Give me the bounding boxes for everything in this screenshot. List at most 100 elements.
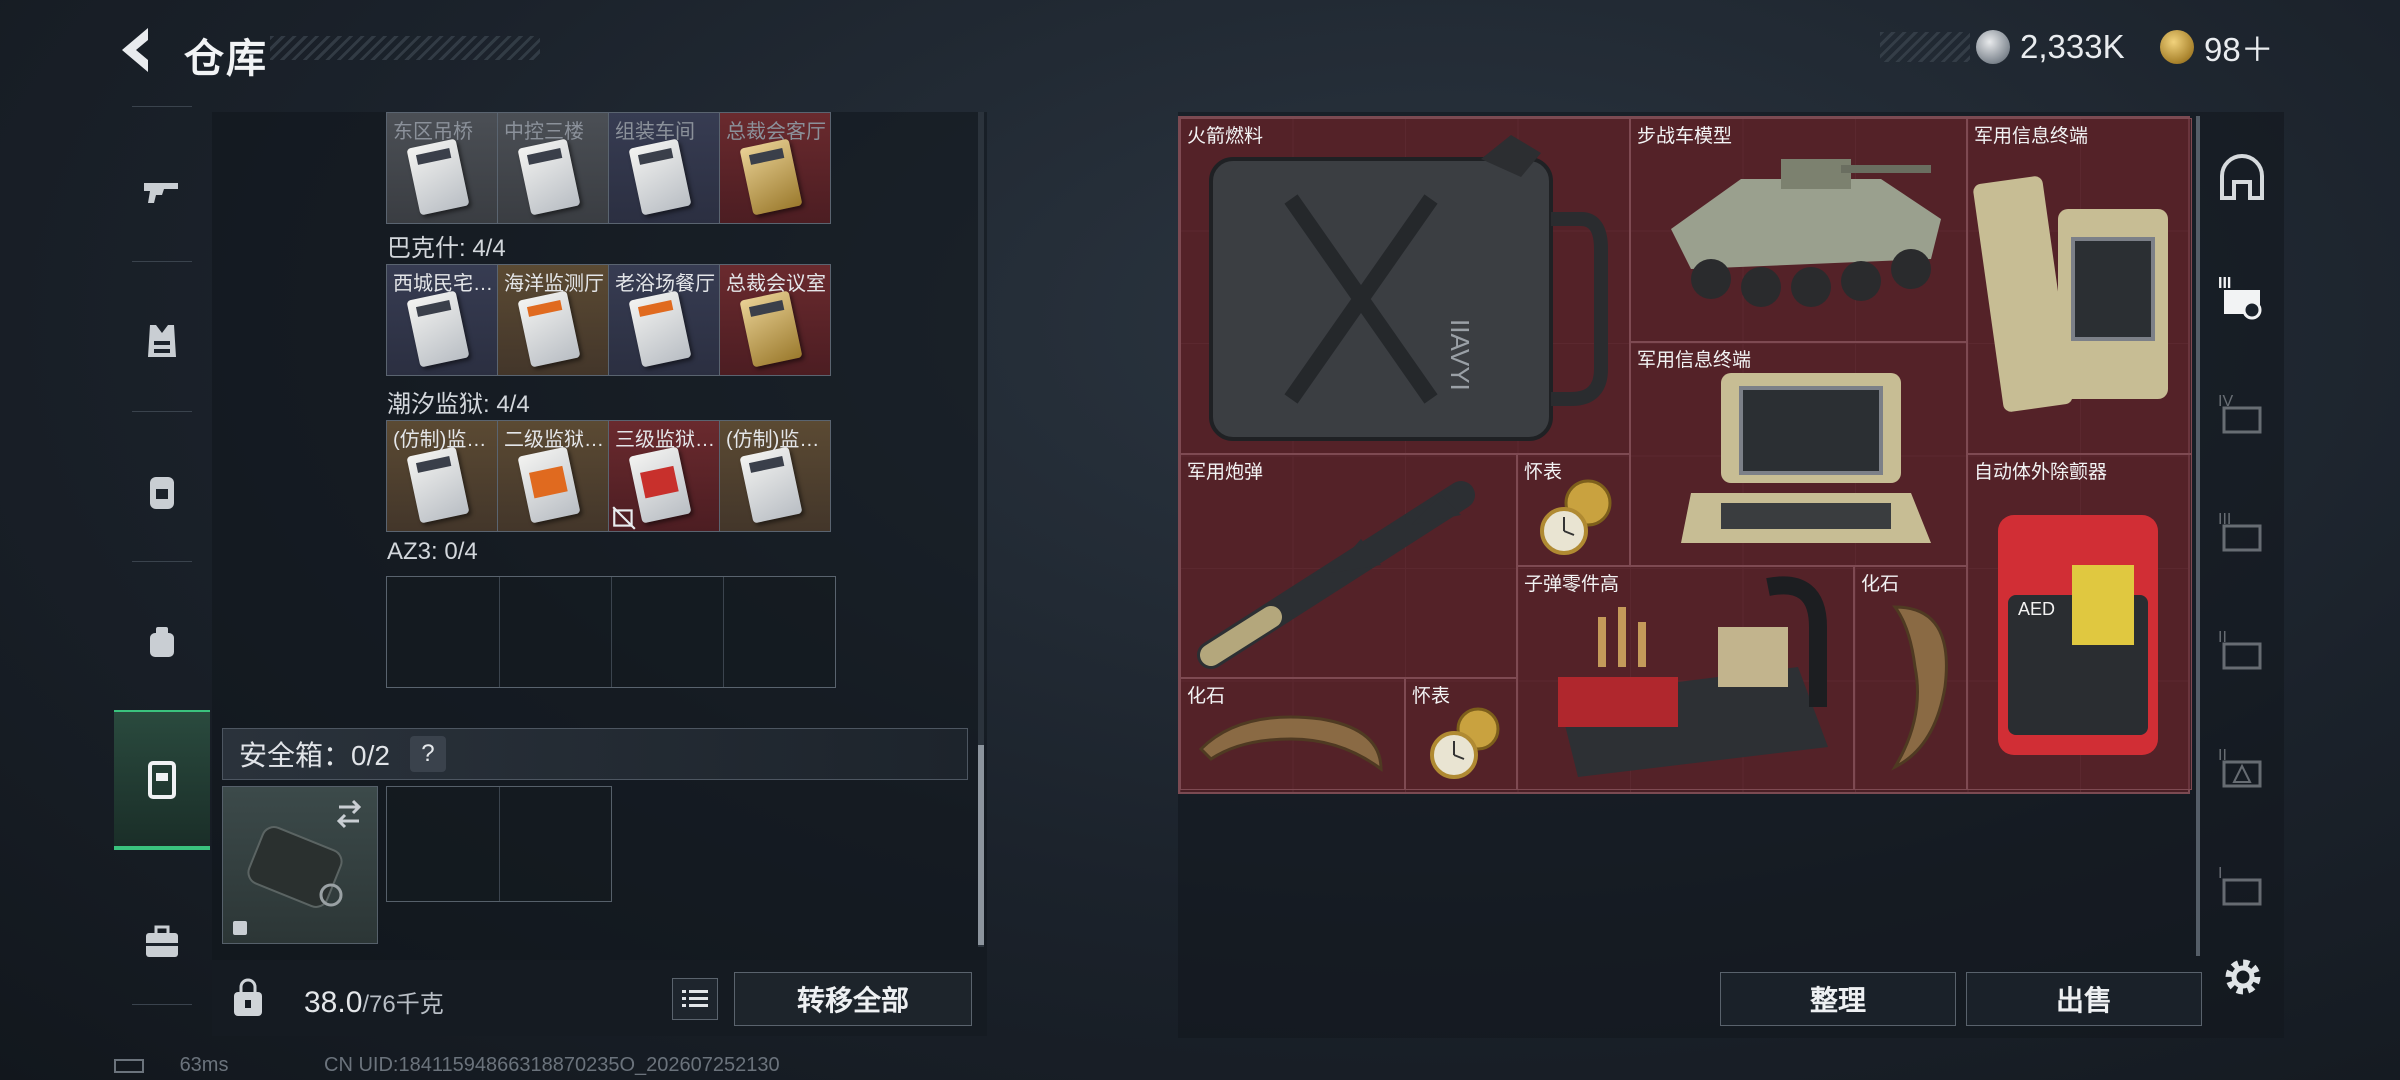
keycard-slot[interactable]: 二级监狱… xyxy=(497,420,609,532)
keycard-slot[interactable]: 海洋监测厅 xyxy=(497,264,609,376)
stash-item[interactable]: 化石 xyxy=(1854,566,1967,790)
keycard-icon xyxy=(406,138,470,216)
keycard-slot[interactable]: (仿制)监… xyxy=(719,420,831,532)
stash-item[interactable]: 军用信息终端 xyxy=(1967,118,2192,454)
transfer-all-button[interactable]: 转移全部 xyxy=(734,972,972,1026)
tier-3-container-icon: III xyxy=(2218,275,2262,320)
stash-item[interactable]: 自动体外除颤器 AED xyxy=(1967,454,2192,790)
gold-amount: 98＋ xyxy=(2204,31,2274,68)
rail-item-backpack[interactable] xyxy=(114,426,210,556)
stash-item[interactable]: 化石 xyxy=(1180,678,1405,790)
keycard-row-3: (仿制)监… 二级监狱… 三级监狱… (仿制)监… xyxy=(386,420,831,532)
safe-box-label: 安全箱：0/2 xyxy=(239,740,390,771)
broken-icon xyxy=(612,506,636,530)
gold-currency[interactable]: 98＋ xyxy=(2160,24,2274,70)
stash-item[interactable]: 军用炮弹 xyxy=(1180,454,1517,678)
keycard-slot[interactable]: 西城民宅… xyxy=(386,264,498,376)
weight-display: 38.0/76千克 xyxy=(304,984,444,1020)
rail-item-safe-box[interactable] xyxy=(114,710,210,850)
page-title: 仓库 xyxy=(184,37,268,81)
group-title-prison: 潮汐监狱: 4/4 xyxy=(387,391,530,418)
rail-item-vest[interactable] xyxy=(114,276,210,406)
ping-text: 63ms xyxy=(179,1054,229,1076)
keycard-icon xyxy=(517,138,581,216)
item-name: 火箭燃料 xyxy=(1187,126,1264,147)
safe-box-empty-slot[interactable] xyxy=(386,786,612,902)
lock-bag-icon xyxy=(228,978,268,1018)
status-bar: 63ms CN UID:18411594866318870235O_202607… xyxy=(114,1054,780,1077)
tab-container-tier3b[interactable]: III xyxy=(2210,500,2274,564)
currency-decoration xyxy=(1880,32,1970,62)
battery-icon xyxy=(114,1058,144,1073)
briefcase-icon xyxy=(146,925,178,957)
tab-container-tier4[interactable]: IV xyxy=(2210,382,2274,446)
keycard-icon xyxy=(517,290,581,368)
group-title-bakeshi: 巴克什: 4/4 xyxy=(387,235,506,262)
gun-icon xyxy=(144,183,178,203)
help-button[interactable]: ? xyxy=(409,736,446,772)
keycard-icon xyxy=(628,446,692,524)
sell-button[interactable]: 出售 xyxy=(1966,972,2202,1026)
svg-text:AED: AED xyxy=(2018,599,2055,619)
keycard-slot[interactable]: 东区吊桥 xyxy=(386,112,498,224)
stash-item[interactable]: 怀表 xyxy=(1405,678,1517,790)
stash-item[interactable]: 子弹零件高 xyxy=(1517,566,1854,790)
container-tabs: III IV III II II I xyxy=(2200,116,2284,956)
tier-1-container-icon: I xyxy=(2218,865,2262,906)
tab-container-tier3[interactable]: III xyxy=(2210,264,2274,328)
silver-currency[interactable]: 2,333K xyxy=(1976,24,2125,70)
item-name: 怀表 xyxy=(1412,686,1451,707)
keycard-row-2: 西城民宅… 海洋监测厅 老浴场餐厅 总裁会议室 xyxy=(386,264,831,376)
item-name: 化石 xyxy=(1861,574,1900,595)
empty-keycard-slots[interactable] xyxy=(386,576,836,688)
rail-item-briefcase[interactable] xyxy=(114,876,210,1006)
safe-case-item[interactable] xyxy=(222,786,378,944)
svg-text:III: III xyxy=(2218,275,2231,292)
keycard-icon xyxy=(739,138,803,216)
list-view-button[interactable] xyxy=(672,978,718,1020)
rail-item-pouch[interactable] xyxy=(114,576,210,706)
silver-coin-icon xyxy=(1976,30,2010,64)
keycard-icon xyxy=(739,290,803,368)
stash-item[interactable]: 火箭燃料 IIAVYI xyxy=(1180,118,1630,454)
fossil-claw-icon xyxy=(1891,605,1948,771)
keycard-slot[interactable]: (仿制)监… xyxy=(386,420,498,532)
tab-container-dome[interactable] xyxy=(2210,146,2274,210)
tier-2-container-icon: II xyxy=(2218,629,2262,670)
settings-gear-icon[interactable] xyxy=(2218,952,2268,1002)
keycard-icon xyxy=(739,446,803,524)
keycard-slot[interactable]: 三级监狱… xyxy=(608,420,720,532)
item-name: 怀表 xyxy=(1524,462,1563,483)
tab-container-tier2[interactable]: II xyxy=(2210,618,2274,682)
tier-2-warning-container-icon: II xyxy=(2218,747,2262,788)
stash-item[interactable]: 怀表 xyxy=(1517,454,1630,566)
svg-text:IIAVYI: IIAVYI xyxy=(1445,319,1475,391)
artillery-shell-icon xyxy=(1197,481,1475,669)
backpack-icon xyxy=(150,477,174,509)
keycard-icon xyxy=(628,138,692,216)
safe-box-icon xyxy=(148,761,176,799)
keycard-slot[interactable]: 总裁会客厅 xyxy=(719,112,831,224)
rail-item-weapons[interactable] xyxy=(114,126,210,256)
group-title-az3: AZ3: 0/4 xyxy=(387,538,478,565)
list-icon xyxy=(682,990,708,1007)
keycard-icon xyxy=(406,290,470,368)
stash-item[interactable]: 军用信息终端 xyxy=(1630,342,1967,566)
silver-amount: 2,333K xyxy=(2020,28,2125,65)
tab-container-tier1[interactable]: I xyxy=(2210,854,2274,918)
stash-grid: 火箭燃料 IIAVYI 步战车模型 军用信息终端 军用信息终端 军用炮弹 怀表 … xyxy=(1178,116,2192,794)
keycard-slot[interactable]: 中控三楼 xyxy=(497,112,609,224)
keycard-icon xyxy=(406,446,470,524)
keycard-slot[interactable]: 组装车间 xyxy=(608,112,720,224)
pouch-icon xyxy=(150,627,174,657)
keycard-slot[interactable]: 老浴场餐厅 xyxy=(608,264,720,376)
back-arrow-icon[interactable] xyxy=(112,22,160,78)
stash-item[interactable]: 步战车模型 xyxy=(1630,118,1967,342)
tier-3-container-icon: III xyxy=(2218,511,2262,552)
apc-model-icon xyxy=(1671,159,1941,307)
tab-container-tier2-warning[interactable]: II xyxy=(2210,736,2274,800)
item-name: 步战车模型 xyxy=(1637,126,1733,147)
scrollbar-thumb[interactable] xyxy=(978,745,984,945)
sort-button[interactable]: 整理 xyxy=(1720,972,1956,1026)
keycard-slot[interactable]: 总裁会议室 xyxy=(719,264,831,376)
